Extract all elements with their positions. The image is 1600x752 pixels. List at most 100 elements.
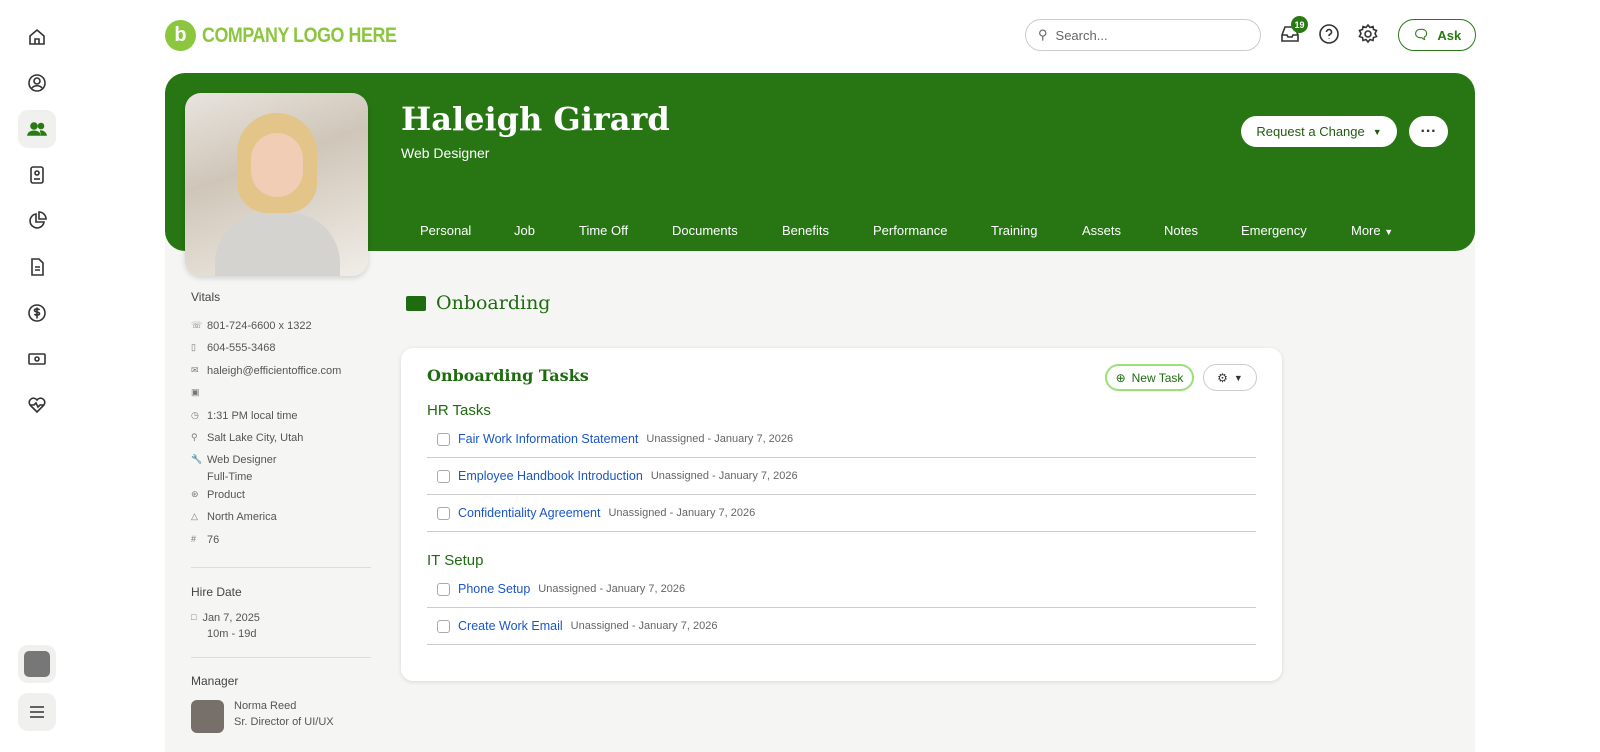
dollar-icon[interactable] bbox=[18, 294, 56, 332]
hire-date-heading: Hire Date bbox=[191, 585, 242, 599]
work-phone[interactable]: 801-724-6600 x 1322 bbox=[207, 320, 312, 332]
request-change-button[interactable]: Request a Change ▼ bbox=[1241, 116, 1397, 147]
task-checkbox[interactable] bbox=[437, 469, 450, 483]
money-icon[interactable] bbox=[18, 340, 56, 378]
task-checkbox[interactable] bbox=[437, 506, 450, 520]
mobile-phone[interactable]: 604-555-3468 bbox=[207, 342, 276, 354]
pie-chart-icon[interactable] bbox=[18, 202, 56, 240]
task-link[interactable]: Phone Setup bbox=[458, 582, 530, 596]
local-time: 1:31 PM local time bbox=[207, 409, 298, 422]
page-title: Onboarding bbox=[406, 292, 550, 314]
clock-icon: ◷ bbox=[191, 409, 199, 420]
left-nav-rail bbox=[0, 0, 75, 752]
task-row: Create Work Email Unassigned - January 7,… bbox=[427, 608, 1256, 645]
task-row: Fair Work Information Statement Unassigne… bbox=[427, 421, 1256, 458]
hash-icon: # bbox=[191, 533, 197, 544]
more-actions-button[interactable]: ··· bbox=[1409, 116, 1448, 147]
employment-status: Full-Time bbox=[207, 470, 253, 483]
new-task-label: New Task bbox=[1131, 370, 1184, 385]
ask-button[interactable]: 🗨 Ask bbox=[1398, 19, 1476, 51]
inbox-button[interactable]: 19 bbox=[1279, 16, 1308, 47]
location: Salt Lake City, Utah bbox=[207, 431, 304, 444]
gear-icon: ⚙ bbox=[1217, 370, 1228, 385]
document-icon[interactable] bbox=[18, 248, 56, 286]
email[interactable]: haleigh@efficientoffice.com bbox=[207, 365, 341, 377]
tab-job[interactable]: Job bbox=[514, 223, 535, 238]
ask-label: Ask bbox=[1437, 27, 1462, 43]
gear-icon bbox=[1358, 23, 1378, 44]
tab-more[interactable]: More ▼ bbox=[1351, 223, 1393, 238]
manager-name[interactable]: Norma Reed bbox=[234, 700, 334, 712]
wrench-icon: 🔧 bbox=[191, 454, 203, 465]
people-icon[interactable] bbox=[18, 110, 56, 148]
home-icon[interactable] bbox=[18, 18, 56, 56]
org-chart-icon: △ bbox=[191, 511, 198, 522]
task-link[interactable]: Employee Handbook Introduction bbox=[458, 469, 643, 483]
tab-more-label: More bbox=[1351, 223, 1381, 238]
settings-button[interactable] bbox=[1357, 23, 1381, 47]
task-meta: Unassigned - January 7, 2026 bbox=[646, 433, 794, 445]
manager-title: Sr. Director of UI/UX bbox=[234, 716, 334, 728]
user-avatar[interactable] bbox=[18, 645, 56, 683]
job-title: Web Designer bbox=[207, 454, 277, 467]
inbox-badge: 19 bbox=[1291, 16, 1308, 33]
task-meta: Unassigned - January 7, 2026 bbox=[650, 470, 798, 482]
hire-date-section: Hire Date □ Jan 7, 2025 10m - 19d bbox=[191, 585, 371, 640]
plus-circle-icon: ⊕ bbox=[1115, 370, 1126, 385]
task-checkbox[interactable] bbox=[437, 582, 450, 596]
heart-pulse-icon[interactable] bbox=[18, 386, 56, 424]
group-heading-it: IT Setup bbox=[427, 552, 484, 569]
help-button[interactable] bbox=[1318, 23, 1342, 47]
logo-mark-icon: b bbox=[165, 20, 196, 51]
task-row: Phone Setup Unassigned - January 7, 2026 bbox=[427, 571, 1256, 608]
manager-heading: Manager bbox=[191, 674, 239, 688]
mobile-icon: ▯ bbox=[191, 342, 196, 353]
search-input[interactable]: ⚲ Search... bbox=[1025, 19, 1261, 51]
task-meta: Unassigned - January 7, 2026 bbox=[608, 507, 756, 519]
badge-icon[interactable] bbox=[18, 156, 56, 194]
caret-down-icon: ▼ bbox=[1233, 372, 1243, 383]
company-logo[interactable]: b COMPANY LOGO HERE bbox=[165, 20, 431, 51]
page-title-text: Onboarding bbox=[436, 292, 551, 314]
request-change-label: Request a Change bbox=[1256, 124, 1365, 139]
tab-personal[interactable]: Personal bbox=[420, 223, 471, 238]
tab-documents[interactable]: Documents bbox=[672, 223, 738, 238]
vitals-panel: Vitals ☏ 801-724-6600 x 1322 ▯ 604-555-346… bbox=[191, 290, 371, 556]
location-pin-icon: ⚲ bbox=[191, 431, 198, 442]
employee-title: Web Designer bbox=[401, 145, 490, 161]
tab-assets[interactable]: Assets bbox=[1082, 223, 1121, 238]
linkedin-icon[interactable]: ▣ bbox=[191, 387, 201, 398]
tab-notes[interactable]: Notes bbox=[1164, 223, 1198, 238]
office-phone-icon: ☏ bbox=[191, 320, 203, 330]
employee-name: Haleigh Girard bbox=[401, 100, 670, 138]
divider bbox=[191, 657, 371, 658]
chat-sparkle-icon: 🗨 bbox=[1412, 27, 1430, 42]
tenure: 10m - 19d bbox=[207, 628, 257, 640]
onboarding-tasks-card: Onboarding Tasks ⊕ New Task ⚙ ▼ HR Tasks F… bbox=[401, 348, 1282, 681]
task-link[interactable]: Fair Work Information Statement bbox=[458, 432, 638, 446]
search-placeholder: Search... bbox=[1055, 27, 1108, 43]
person-circle-icon[interactable] bbox=[18, 64, 56, 102]
department-icon: ⊛ bbox=[191, 488, 199, 499]
menu-icon[interactable] bbox=[18, 693, 56, 731]
tab-training[interactable]: Training bbox=[991, 223, 1037, 238]
employee-number: 76 bbox=[207, 533, 220, 546]
task-meta: Unassigned - January 7, 2026 bbox=[538, 583, 686, 595]
tab-performance[interactable]: Performance bbox=[873, 223, 947, 238]
task-link[interactable]: Create Work Email bbox=[458, 619, 563, 633]
divider bbox=[191, 567, 371, 568]
new-task-button[interactable]: ⊕ New Task bbox=[1105, 364, 1194, 391]
task-checkbox[interactable] bbox=[437, 619, 450, 633]
manager-avatar[interactable] bbox=[191, 700, 224, 733]
manager-section: Manager Norma Reed Sr. Director of UI/UX bbox=[191, 674, 371, 733]
task-row: Confidentiality Agreement Unassigned - Ja… bbox=[427, 495, 1256, 532]
calendar-icon: □ bbox=[191, 612, 197, 622]
tab-benefits[interactable]: Benefits bbox=[782, 223, 829, 238]
help-icon bbox=[1319, 24, 1339, 44]
tab-emergency[interactable]: Emergency bbox=[1241, 223, 1307, 238]
settings-dropdown-button[interactable]: ⚙ ▼ bbox=[1203, 364, 1257, 391]
task-checkbox[interactable] bbox=[437, 432, 450, 446]
tab-time-off[interactable]: Time Off bbox=[579, 223, 628, 238]
email-icon: ✉ bbox=[191, 364, 199, 375]
task-link[interactable]: Confidentiality Agreement bbox=[458, 506, 600, 520]
